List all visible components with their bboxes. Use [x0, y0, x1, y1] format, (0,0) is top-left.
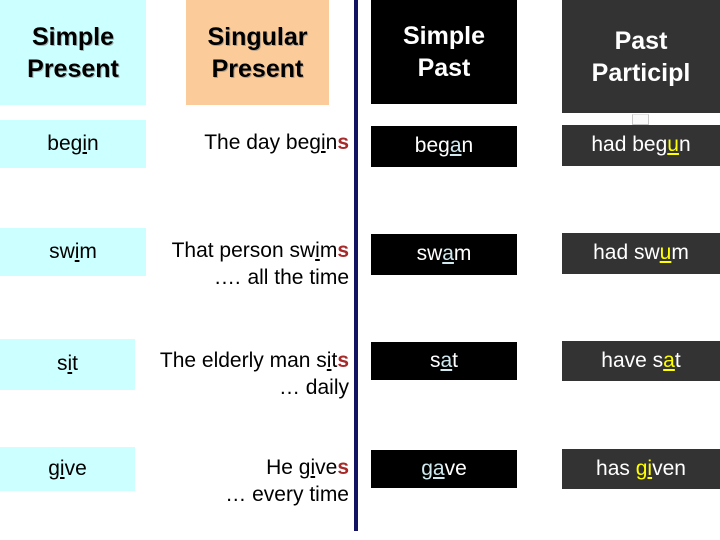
participle-cell-3: has given — [562, 449, 720, 489]
base-verb-cell-2: sit — [0, 339, 135, 390]
base-verb-text-1: swim — [49, 239, 97, 263]
past-verb-text-3: gave — [421, 456, 467, 480]
header-cell-singular-present: Singular Present — [186, 0, 329, 105]
sentence-cell-3: He gives… every time — [150, 455, 353, 525]
participle-cell-2: have sat — [562, 341, 720, 381]
sentence-text-0: The day begins — [204, 131, 349, 154]
stray-artifact-icon — [632, 114, 649, 125]
participle-cell-1: had swum — [562, 233, 720, 274]
vertical-divider — [354, 0, 358, 531]
participle-text-3: has given — [596, 456, 686, 480]
past-verb-text-0: began — [414, 134, 474, 158]
base-verb-cell-0: begin — [0, 120, 146, 168]
participle-text-1: had swum — [593, 241, 689, 265]
header-cell-simple-past: Simple Past — [371, 0, 517, 104]
past-verb-cell-0: began — [371, 126, 517, 167]
base-verb-text-0: begin — [47, 131, 99, 155]
sentence-cell-1: That person swims.… all the time — [140, 238, 353, 308]
participle-cell-0: had begun — [562, 125, 720, 166]
verb-table-sheet: Simple Present Singular Present Simple P… — [0, 0, 720, 540]
header-text-3: Past Participl — [591, 26, 691, 87]
header-text-0: Simple Present — [27, 22, 119, 83]
header-cell-simple-present: Simple Present — [0, 0, 146, 105]
header-text-2: Simple Past — [403, 22, 485, 82]
sentence-text-2: The elderly man sits… daily — [159, 349, 349, 399]
sentence-cell-0: The day begins — [150, 130, 353, 190]
base-verb-text-3: give — [48, 456, 87, 480]
header-cell-past-participle: Past Participl — [562, 0, 720, 113]
past-verb-text-2: sat — [429, 348, 459, 372]
past-verb-cell-3: gave — [371, 450, 517, 488]
base-verb-cell-1: swim — [0, 228, 146, 276]
participle-text-0: had begun — [591, 133, 691, 157]
sentence-text-3: He gives… every time — [225, 456, 349, 506]
base-verb-text-2: sit — [56, 352, 78, 376]
participle-text-2: have sat — [601, 348, 681, 372]
past-verb-text-1: swam — [416, 242, 472, 266]
past-verb-cell-1: swam — [371, 234, 517, 275]
base-verb-cell-3: give — [0, 447, 135, 491]
sentence-cell-2: The elderly man sits… daily — [125, 348, 353, 418]
past-verb-cell-2: sat — [371, 342, 517, 380]
header-text-1: Singular Present — [207, 22, 308, 83]
sentence-text-1: That person swims.… all the time — [171, 239, 349, 289]
